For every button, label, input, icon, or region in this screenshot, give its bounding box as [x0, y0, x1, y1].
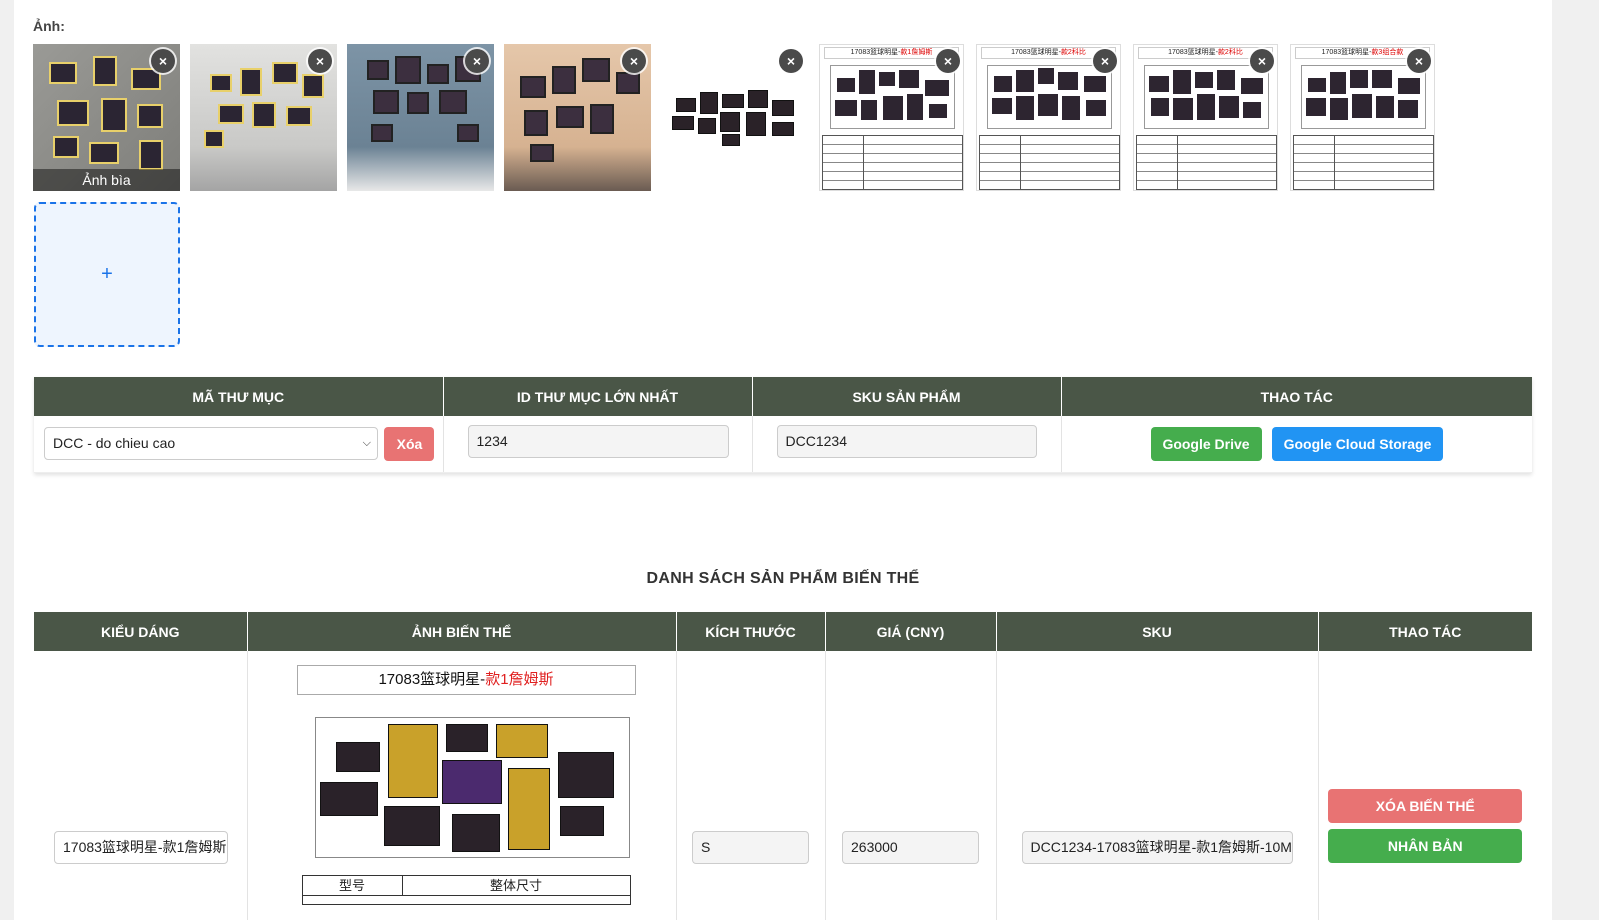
remove-image-icon[interactable]: ×	[1250, 49, 1274, 73]
remove-image-icon[interactable]: ×	[779, 49, 803, 73]
price-input[interactable]: 263000	[842, 831, 979, 864]
product-editor-panel: Ảnh: Ảnh bìa × × × × × 17083篮球明星-款1詹姆斯 ×…	[14, 0, 1552, 920]
google-drive-button[interactable]: Google Drive	[1150, 426, 1262, 461]
cover-caption: Ảnh bìa	[33, 169, 180, 191]
header-folder-code: MÃ THƯ MỤC	[34, 377, 444, 416]
header-product-sku: SKU SẢN PHẨM	[752, 377, 1062, 416]
variant-sku-input[interactable]: DCC1234-17083篮球明星-款1詹姆斯-10M	[1021, 831, 1293, 864]
remove-image-icon[interactable]: ×	[465, 49, 489, 73]
delete-variant-button[interactable]: XÓA BIẾN THỂ	[1328, 789, 1523, 823]
image-thumbnail[interactable]	[672, 88, 800, 148]
remove-image-icon[interactable]: ×	[308, 49, 332, 73]
header-sku: SKU	[996, 612, 1319, 651]
header-size: KÍCH THƯỚC	[676, 612, 826, 651]
variant-image-title: 17083篮球明星-款1詹姆斯	[296, 665, 636, 695]
add-image-button[interactable]: +	[34, 202, 180, 347]
remove-image-icon[interactable]: ×	[1093, 49, 1117, 73]
delete-folder-button[interactable]: Xóa	[384, 426, 435, 461]
header-price: GIÁ (CNY)	[825, 612, 997, 651]
variant-image[interactable]: 17083篮球明星-款1詹姆斯 型号 整体尺寸	[292, 651, 636, 905]
remove-image-icon[interactable]: ×	[622, 49, 646, 73]
variant-collage	[314, 717, 630, 858]
google-cloud-storage-button[interactable]: Google Cloud Storage	[1271, 426, 1443, 461]
duplicate-variant-button[interactable]: NHÂN BẢN	[1328, 829, 1523, 863]
header-max-folder-id: ID THƯ MỤC LỚN NHẤT	[443, 377, 753, 416]
folder-code-select[interactable]: DCC - do chieu cao ⌵	[44, 427, 378, 461]
chevron-down-icon: ⌵	[362, 437, 371, 450]
table-row: 17083篮球明星-款1詹姆斯 17083篮球明星-款1詹姆斯 型号 整体尺寸 …	[34, 651, 1532, 920]
max-folder-id-input[interactable]: 1234	[467, 424, 729, 458]
header-actions: THAO TÁC	[1061, 377, 1532, 416]
remove-image-icon[interactable]: ×	[1407, 49, 1431, 73]
header-style: KIỂU DÁNG	[34, 612, 248, 651]
header-row-actions: THAO TÁC	[1318, 612, 1532, 651]
variant-list-title: DANH SÁCH SẢN PHẨM BIẾN THỂ	[646, 570, 920, 587]
variant-table: KIỂU DÁNG ẢNH BIẾN THỂ KÍCH THƯỚC GIÁ (C…	[34, 612, 1532, 920]
size-input[interactable]: S	[692, 831, 809, 864]
folder-table: MÃ THƯ MỤC ID THƯ MỤC LỚN NHẤT SKU SẢN P…	[34, 377, 1532, 473]
style-input[interactable]: 17083篮球明星-款1詹姆斯	[54, 831, 228, 864]
remove-image-icon[interactable]: ×	[151, 49, 175, 73]
images-label: Ảnh:	[33, 18, 65, 34]
product-sku-input[interactable]: DCC1234	[776, 424, 1037, 458]
variant-size-grid: 型号 整体尺寸	[301, 875, 631, 905]
remove-image-icon[interactable]: ×	[936, 49, 960, 73]
header-variant-image: ẢNH BIẾN THỂ	[247, 612, 677, 651]
